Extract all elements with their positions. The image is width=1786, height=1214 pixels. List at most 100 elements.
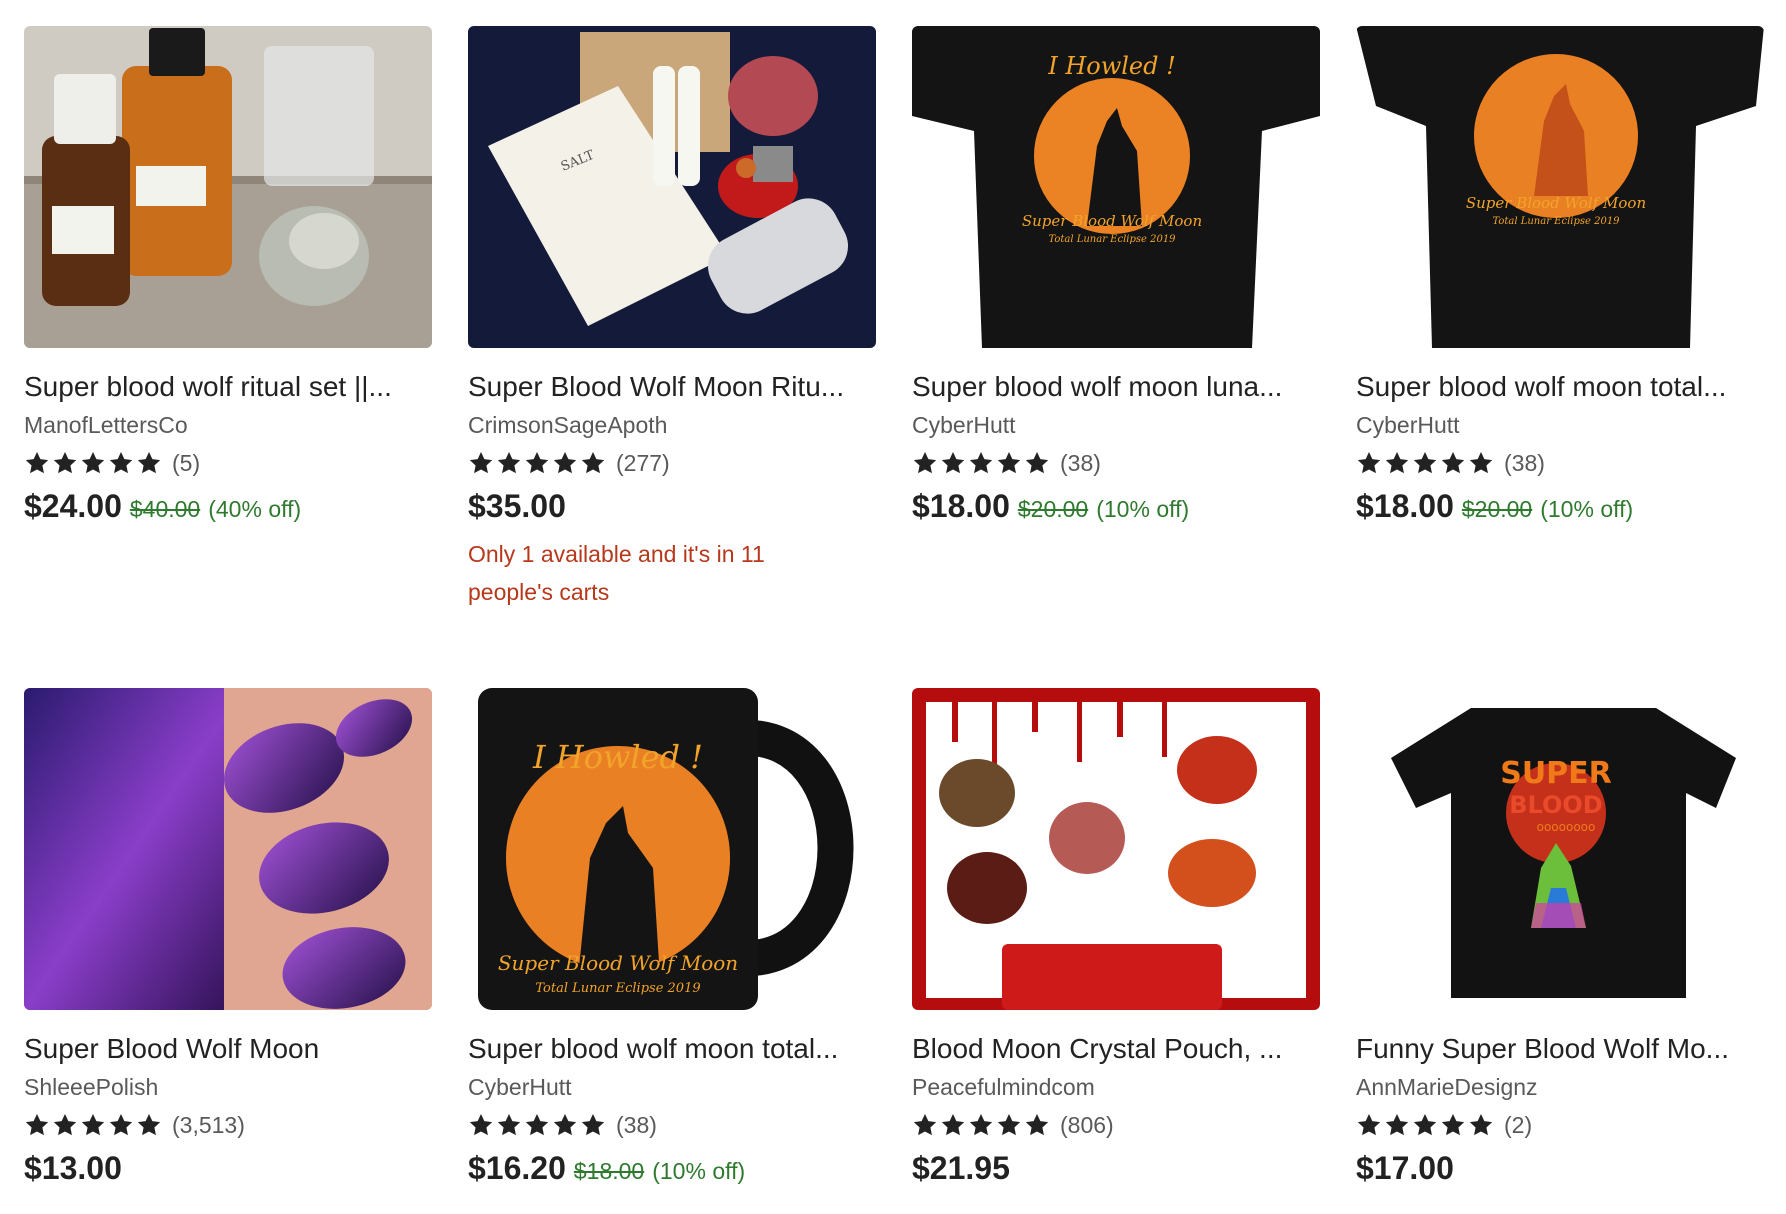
star-icon [1469,1113,1493,1136]
price-row: $35.00 [468,488,878,525]
ooo-text: oooooooo [1537,820,1596,834]
listing-title[interactable]: Funny Super Blood Wolf Mo... [1356,1032,1766,1066]
super-text: SUPER [1500,756,1612,791]
listing-card[interactable]: I Howled ! Super Blood Wolf Moon Total L… [468,688,878,1187]
listing-image-tshirt[interactable]: I Howled ! Super Blood Wolf Moon Total L… [912,26,1320,348]
listing-title[interactable]: Super blood wolf moon total... [1356,370,1766,404]
review-count: (2) [1504,1111,1533,1138]
price-row: $21.95 [912,1150,1322,1187]
star-icon [553,451,577,474]
moon-text: Super Blood Wolf Moon [1022,212,1202,230]
original-price: $20.00 [1017,496,1089,522]
price-row: $18.00 $20.00 (10% off) [1356,488,1766,525]
howled-text: I Howled ! [532,738,703,776]
star-icon [553,1113,577,1136]
rating: (806) [912,1110,1322,1140]
listing-card[interactable]: Super Blood Wolf Moon Total Lunar Eclips… [1356,26,1766,525]
listing-title[interactable]: Blood Moon Crystal Pouch, ... [912,1032,1322,1066]
listing-title[interactable]: Super Blood Wolf Moon Ritu... [468,370,878,404]
review-count: (38) [1060,449,1101,476]
shop-name[interactable]: Peacefulmindcom [912,1072,1322,1102]
listing-image-ritual-kit[interactable]: SALT [468,26,876,348]
listing-title[interactable]: Super Blood Wolf Moon [24,1032,434,1066]
star-icon [1385,451,1409,474]
star-icon [581,451,605,474]
rating: (5) [24,448,434,478]
star-icon [1441,451,1465,474]
listing-image-mug[interactable]: I Howled ! Super Blood Wolf Moon Total L… [468,688,876,1010]
sale-price: $16.20 [468,1150,566,1186]
star-icon [1413,1113,1437,1136]
star-icon [53,451,77,474]
blood-text: BLOOD [1509,791,1602,819]
review-count: (277) [616,449,670,476]
star-icon [53,1113,77,1136]
price-row: $17.00 [1356,1150,1766,1187]
howled-text: I Howled ! [1047,52,1176,80]
ritual-kit-photo: SALT [468,26,876,348]
sale-price: $18.00 [912,488,1010,524]
sale-price: $18.00 [1356,488,1454,524]
discount-label: (10% off) [1096,496,1190,522]
shop-name[interactable]: CyberHutt [912,410,1322,440]
star-icon [109,451,133,474]
star-icon [137,451,161,474]
star-icon [913,1113,937,1136]
listing-card[interactable]: I Howled ! Super Blood Wolf Moon Total L… [912,26,1322,525]
nail-polish-photo [24,688,432,1010]
listing-image-tshirt[interactable]: Super Blood Wolf Moon Total Lunar Eclips… [1356,26,1764,348]
listing-image-ritual-set[interactable] [24,26,432,348]
listing-card[interactable]: Super blood wolf ritual set ||... ManofL… [24,26,434,525]
original-price: $20.00 [1461,496,1533,522]
rating: (38) [468,1110,878,1140]
star-icon [1025,451,1049,474]
star-icon [109,1113,133,1136]
star-icon [25,1113,49,1136]
star-icon [941,451,965,474]
review-count: (3,513) [172,1111,245,1138]
moon-text: Super Blood Wolf Moon [1466,194,1646,212]
shop-name[interactable]: CyberHutt [468,1072,878,1102]
star-icon [525,1113,549,1136]
star-rating [912,450,1050,476]
star-icon [469,1113,493,1136]
listing-card[interactable]: SUPER BLOOD oooooooo Funny Super Blood W… [1356,688,1766,1187]
review-count: (38) [616,1111,657,1138]
star-icon [1413,451,1437,474]
sale-price: $24.00 [24,488,122,524]
star-icon [25,451,49,474]
shop-name[interactable]: ManofLettersCo [24,410,434,440]
listing-card[interactable]: Blood Moon Crystal Pouch, ... Peacefulmi… [912,688,1322,1187]
listing-image-nail-polish[interactable] [24,688,432,1010]
star-rating [1356,450,1494,476]
ritual-set-photo [24,26,432,348]
rating: (3,513) [24,1110,434,1140]
listing-title[interactable]: Super blood wolf moon total... [468,1032,878,1066]
star-icon [997,1113,1021,1136]
star-icon [941,1113,965,1136]
star-icon [969,1113,993,1136]
shop-name[interactable]: AnnMarieDesignz [1356,1072,1766,1102]
star-icon [1469,451,1493,474]
shop-name[interactable]: CrimsonSageApoth [468,410,878,440]
shop-name[interactable]: CyberHutt [1356,410,1766,440]
star-rating [1356,1112,1494,1138]
discount-label: (10% off) [652,1158,746,1184]
sale-price: $17.00 [1356,1150,1454,1186]
listing-card[interactable]: SALT Super Blood Wolf Moon Ritu... Crims… [468,26,878,611]
listing-image-funny-tshirt[interactable]: SUPER BLOOD oooooooo [1356,688,1764,1010]
star-icon [1025,1113,1049,1136]
sale-price: $35.00 [468,488,566,524]
star-icon [497,451,521,474]
star-icon [1441,1113,1465,1136]
star-rating [24,450,162,476]
star-icon [469,451,493,474]
listing-image-crystal-pouch[interactable] [912,688,1320,1010]
sale-price: $13.00 [24,1150,122,1186]
listing-title[interactable]: Super blood wolf ritual set ||... [24,370,434,404]
shop-name[interactable]: ShleeePolish [24,1072,434,1102]
eclipse-text: Total Lunar Eclipse 2019 [535,981,700,996]
listing-title[interactable]: Super blood wolf moon luna... [912,370,1322,404]
star-icon [997,451,1021,474]
listing-card[interactable]: Super Blood Wolf Moon ShleeePolish (3,51… [24,688,434,1187]
